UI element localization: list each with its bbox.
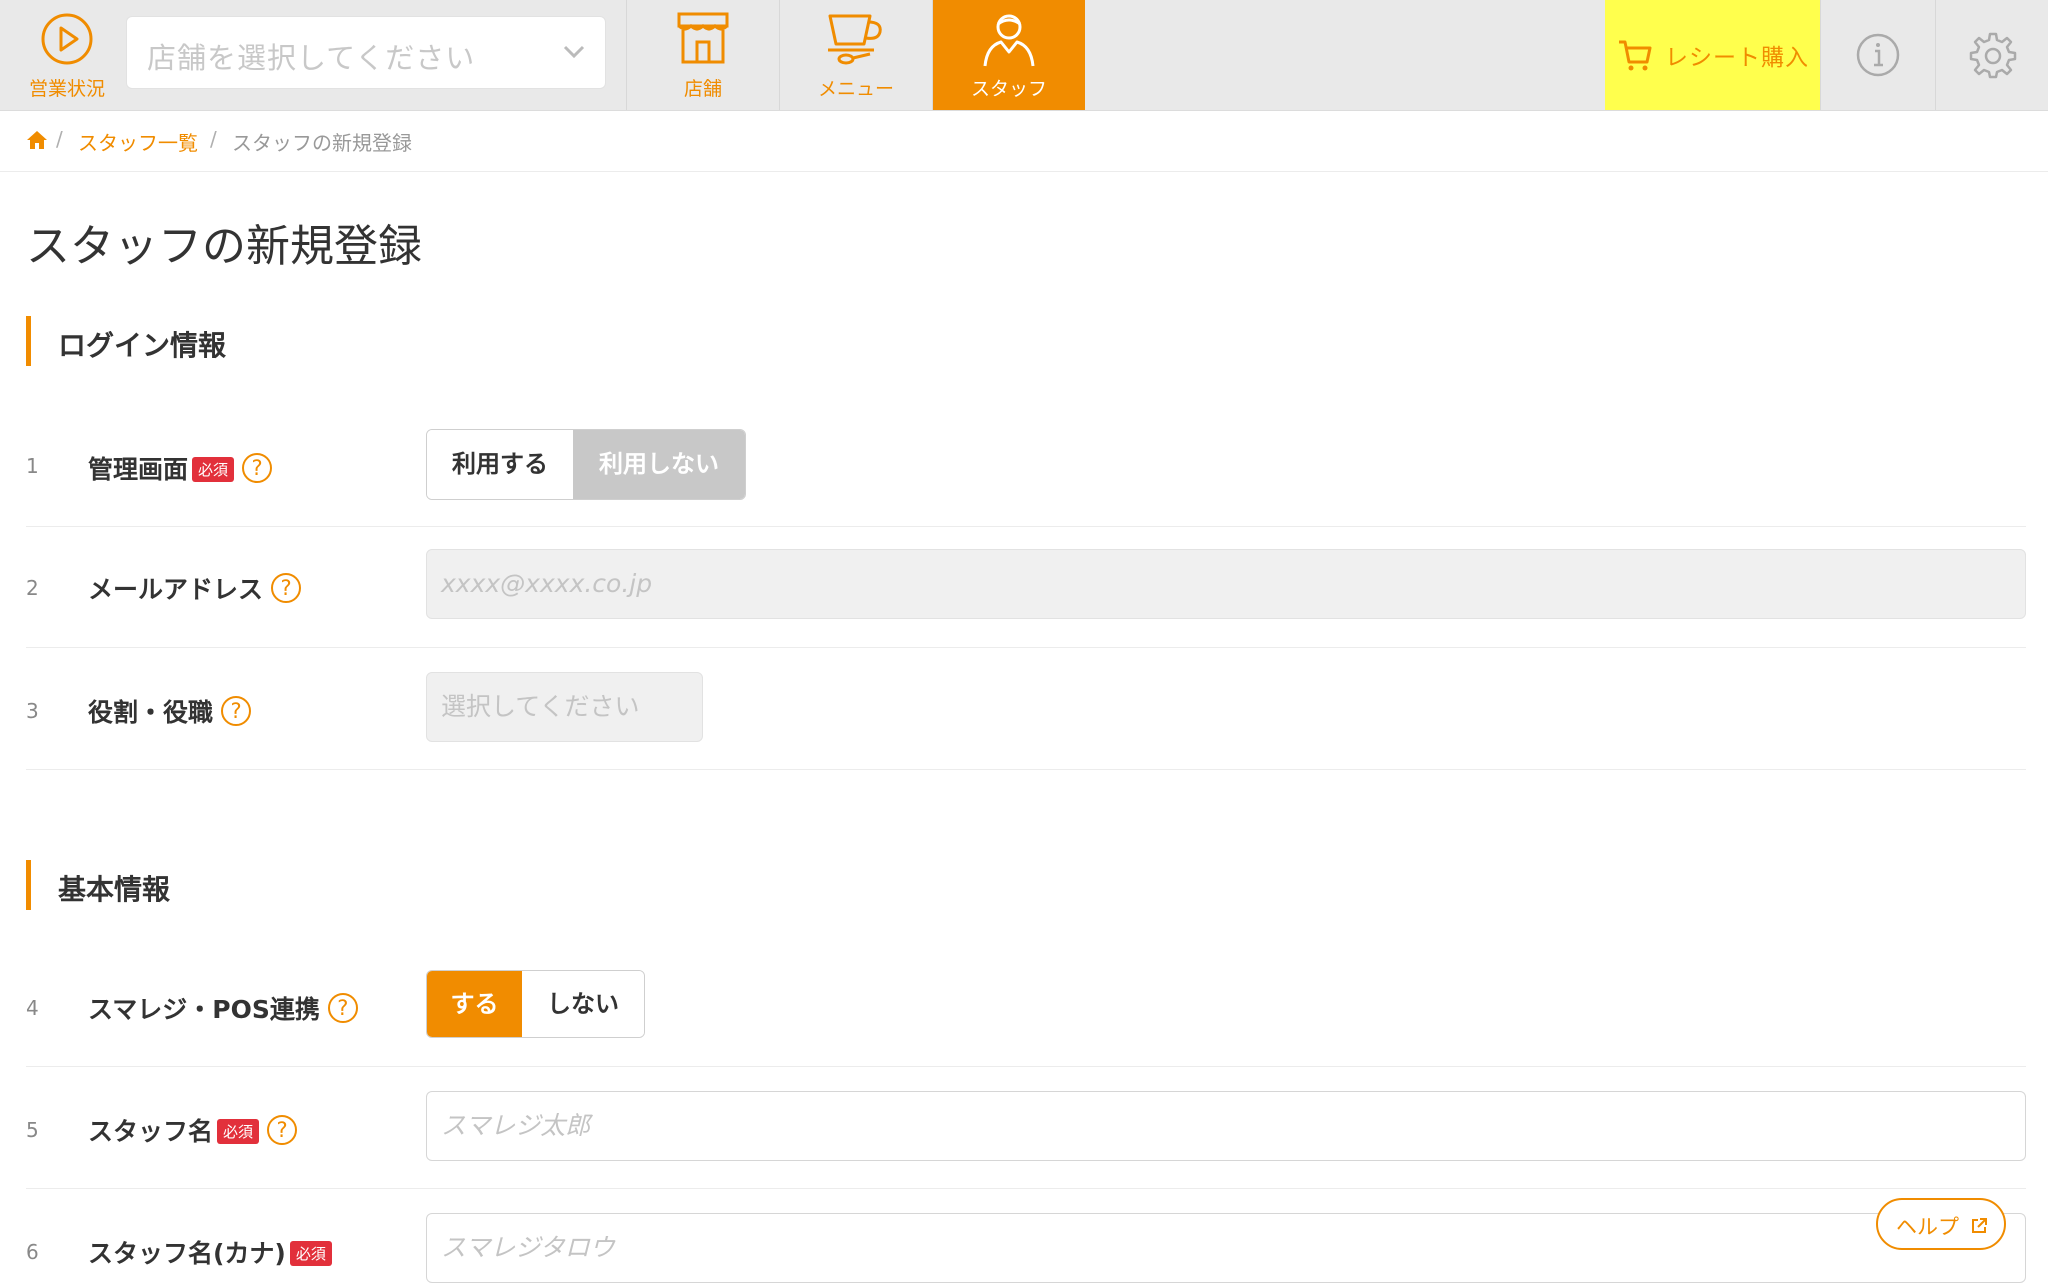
gear-icon [1969, 32, 2017, 79]
business-status-label: 営業状況 [28, 78, 105, 100]
breadcrumb-link-staff-list[interactable]: スタッフ一覧 [78, 127, 198, 156]
breadcrumb-current: スタッフの新規登録 [232, 131, 412, 155]
role-select[interactable]: 選択してください [426, 672, 703, 742]
form-row-staff-name-kana: 6 スタッフ名(カナ) 必須 スマレジタロウ [26, 1188, 2026, 1283]
row-label-email: メールアドレス? [88, 570, 302, 606]
tab-menu-label: メニュー [817, 78, 894, 100]
help-icon[interactable]: ? [242, 453, 273, 483]
form-row-email: 2 メールアドレス? xxxx@xxxx.co.jp [26, 526, 2026, 648]
play-circle-icon [41, 13, 93, 65]
cup-icon [828, 14, 882, 65]
section-login-info-title: ログイン情報 [58, 329, 227, 362]
store-select[interactable]: 店舗を選択してください [126, 16, 606, 89]
row-label-admin-screen: 管理画面 必須? [88, 450, 273, 486]
business-status-button[interactable]: 営業状況 [0, 0, 128, 110]
help-button[interactable]: ヘルプ [1876, 1198, 2006, 1250]
pos-link-label: スマレジ・POS連携 [88, 995, 320, 1024]
tab-staff-label: スタッフ [970, 78, 1047, 100]
tab-staff[interactable]: スタッフ [932, 0, 1085, 110]
admin-screen-toggle: 利用する 利用しない [426, 429, 746, 500]
store-icon [677, 12, 729, 64]
required-badge: 必須 [192, 456, 235, 482]
settings-button[interactable] [1935, 0, 2048, 110]
staff-name-input[interactable]: スマレジ太郎 [426, 1091, 2026, 1161]
help-icon[interactable]: ? [267, 1115, 298, 1145]
pos-link-toggle: する しない [426, 970, 645, 1038]
form-row-pos-link: 4 スマレジ・POS連携? する しない [26, 944, 2026, 1067]
form-row-admin-screen: 1 管理画面 必須? 利用する 利用しない [26, 404, 2026, 527]
required-badge: 必須 [289, 1240, 332, 1266]
tab-store-label: 店舗 [683, 78, 722, 100]
page-title: スタッフの新規登録 [26, 221, 422, 272]
row-label-pos-link: スマレジ・POS連携? [88, 990, 358, 1026]
section-accent-bar [26, 860, 31, 910]
option-use[interactable]: 利用する [427, 430, 573, 499]
role-label: 役割・役職 [88, 698, 214, 727]
row-number: 4 [26, 996, 39, 1020]
info-icon [1856, 33, 1900, 77]
tab-menu[interactable]: メニュー [779, 0, 932, 110]
chevron-down-icon [563, 45, 585, 59]
email-label: メールアドレス [88, 575, 264, 604]
form-row-staff-name: 5 スタッフ名 必須? スマレジ太郎 [26, 1066, 2026, 1189]
staff-name-label: スタッフ名 [88, 1117, 214, 1146]
row-number: 5 [26, 1118, 39, 1142]
staff-icon [983, 14, 1035, 67]
section-accent-bar [26, 316, 31, 366]
store-select-placeholder: 店舗を選択してください [147, 41, 476, 75]
row-number: 2 [26, 576, 39, 600]
admin-screen-label: 管理画面 [88, 455, 189, 484]
breadcrumb: / スタッフ一覧 / スタッフの新規登録 [0, 110, 2048, 172]
home-icon[interactable] [26, 130, 48, 150]
receipt-purchase-button[interactable]: レシート購入 [1605, 0, 1820, 110]
row-number: 3 [26, 699, 39, 723]
option-no[interactable]: しない [522, 971, 644, 1037]
info-button[interactable] [1820, 0, 1935, 110]
row-number: 6 [26, 1240, 39, 1264]
row-label-staff-name-kana: スタッフ名(カナ) 必須 [88, 1234, 332, 1270]
required-badge: 必須 [217, 1118, 260, 1144]
breadcrumb-separator: / [56, 127, 63, 151]
section-basic-info: 基本情報 [26, 860, 2026, 910]
row-label-role: 役割・役職? [88, 693, 252, 729]
staff-name-kana-input[interactable]: スマレジタロウ [426, 1213, 2026, 1283]
option-not-use[interactable]: 利用しない [573, 430, 745, 499]
top-bar: 営業状況 店舗を選択してください 店舗 メニュー スタッフ レシート購入 [0, 0, 2048, 111]
cart-icon [1619, 40, 1652, 71]
row-label-staff-name: スタッフ名 必須? [88, 1112, 298, 1148]
row-number: 1 [26, 454, 39, 478]
section-login-info: ログイン情報 [26, 316, 2026, 366]
help-button-label: ヘルプ [1896, 1215, 1959, 1239]
external-link-icon [1972, 1218, 1987, 1233]
staff-name-kana-label: スタッフ名(カナ) [88, 1239, 286, 1268]
receipt-purchase-label: レシート購入 [1665, 45, 1809, 71]
email-field[interactable]: xxxx@xxxx.co.jp [426, 549, 2026, 619]
help-icon[interactable]: ? [271, 573, 302, 603]
tab-store[interactable]: 店舗 [626, 0, 779, 110]
help-icon[interactable]: ? [327, 993, 358, 1023]
section-basic-info-title: 基本情報 [58, 873, 171, 906]
option-yes[interactable]: する [427, 971, 522, 1037]
help-icon[interactable]: ? [221, 696, 252, 726]
form-row-role: 3 役割・役職? 選択してください [26, 647, 2026, 770]
breadcrumb-separator: / [210, 127, 217, 151]
